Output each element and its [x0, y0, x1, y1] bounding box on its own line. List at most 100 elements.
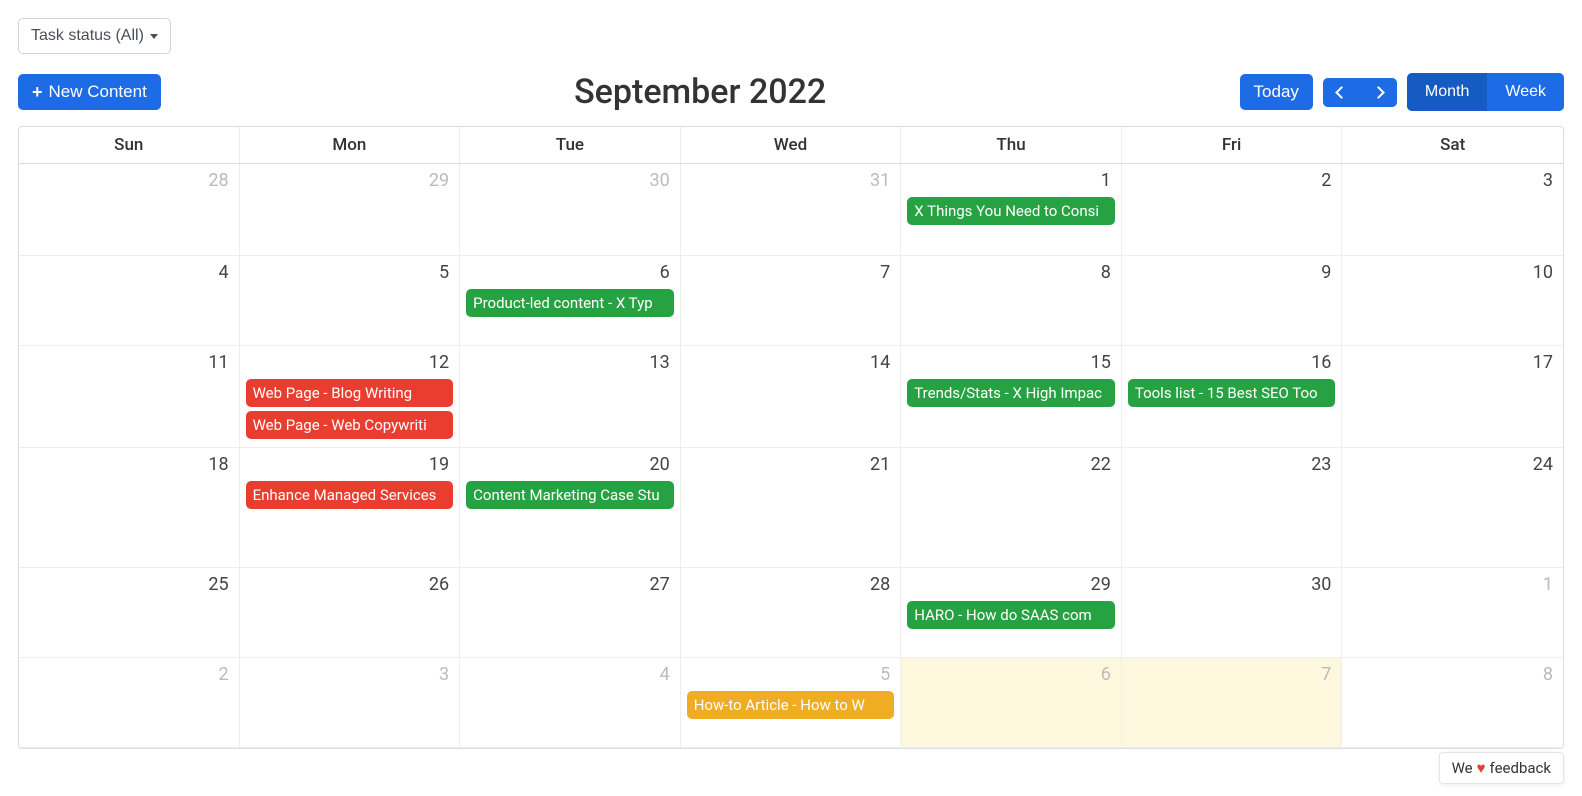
- day-number: 4: [25, 260, 233, 289]
- calendar-day-cell[interactable]: 1X Things You Need to Consi: [901, 164, 1122, 256]
- nav-arrow-group: [1323, 78, 1397, 107]
- day-header: Sat: [1342, 127, 1563, 163]
- calendar-day-cell[interactable]: 30: [1122, 568, 1343, 658]
- day-number: 9: [1128, 260, 1336, 289]
- new-content-button[interactable]: + New Content: [18, 74, 161, 110]
- feedback-prefix: We: [1452, 759, 1473, 777]
- calendar-day-cell[interactable]: 31: [681, 164, 902, 256]
- day-number: 6: [907, 662, 1115, 691]
- calendar-day-cell[interactable]: 17: [1342, 346, 1563, 448]
- calendar-day-cell[interactable]: 22: [901, 448, 1122, 568]
- day-number: 6: [466, 260, 674, 289]
- calendar-title: September 2022: [161, 72, 1240, 112]
- day-number: 29: [907, 572, 1115, 601]
- day-number: 16: [1128, 350, 1336, 379]
- day-number: 8: [1348, 662, 1557, 691]
- calendar-day-cell[interactable]: 29HARO - How do SAAS com: [901, 568, 1122, 658]
- calendar-day-cell[interactable]: 8: [901, 256, 1122, 346]
- calendar-day-cell[interactable]: 10: [1342, 256, 1563, 346]
- calendar-day-cell[interactable]: 9: [1122, 256, 1343, 346]
- day-header: Mon: [240, 127, 461, 163]
- calendar-day-cell[interactable]: 5How-to Article - How to W: [681, 658, 902, 748]
- calendar-day-cell[interactable]: 3: [240, 658, 461, 748]
- day-number: 7: [687, 260, 895, 289]
- calendar-day-cell[interactable]: 27: [460, 568, 681, 658]
- today-button[interactable]: Today: [1240, 74, 1313, 110]
- task-status-label: Task status (All): [31, 27, 144, 45]
- calendar-day-cell[interactable]: 23: [1122, 448, 1343, 568]
- day-number: 5: [687, 662, 895, 691]
- day-number: 22: [907, 452, 1115, 481]
- calendar-day-cell[interactable]: 12Web Page - Blog WritingWeb Page - Web …: [240, 346, 461, 448]
- month-view-button[interactable]: Month: [1407, 73, 1487, 111]
- calendar-day-cell[interactable]: 6Product-led content - X Typ: [460, 256, 681, 346]
- calendar-event[interactable]: HARO - How do SAAS com: [907, 601, 1115, 629]
- next-button[interactable]: [1360, 78, 1397, 107]
- feedback-button[interactable]: We ♥ feedback: [1439, 752, 1564, 784]
- calendar-day-cell[interactable]: 5: [240, 256, 461, 346]
- calendar-day-cell[interactable]: 6: [901, 658, 1122, 748]
- calendar-day-cell[interactable]: 30: [460, 164, 681, 256]
- day-header: Fri: [1122, 127, 1343, 163]
- calendar-event[interactable]: How-to Article - How to W: [687, 691, 895, 719]
- calendar-day-cell[interactable]: 25: [19, 568, 240, 658]
- calendar-day-cell[interactable]: 2: [19, 658, 240, 748]
- heart-icon: ♥: [1477, 759, 1486, 777]
- day-number: 5: [246, 260, 454, 289]
- day-number: 21: [687, 452, 895, 481]
- calendar-event[interactable]: X Things You Need to Consi: [907, 197, 1115, 225]
- day-number: 29: [246, 168, 454, 197]
- day-number: 25: [25, 572, 233, 601]
- calendar-day-cell[interactable]: 29: [240, 164, 461, 256]
- calendar-day-cell[interactable]: 24: [1342, 448, 1563, 568]
- day-number: 4: [466, 662, 674, 691]
- day-number: 28: [687, 572, 895, 601]
- calendar-day-cell[interactable]: 26: [240, 568, 461, 658]
- task-status-filter[interactable]: Task status (All): [18, 18, 171, 54]
- calendar-day-cell[interactable]: 4: [19, 256, 240, 346]
- day-number: 20: [466, 452, 674, 481]
- day-number: 13: [466, 350, 674, 379]
- day-number: 30: [1128, 572, 1336, 601]
- calendar-day-cell[interactable]: 13: [460, 346, 681, 448]
- calendar-day-cell[interactable]: 28: [19, 164, 240, 256]
- calendar-event[interactable]: Enhance Managed Services: [246, 481, 454, 509]
- day-number: 2: [1128, 168, 1336, 197]
- calendar-day-cell[interactable]: 16Tools list - 15 Best SEO Too: [1122, 346, 1343, 448]
- day-number: 24: [1348, 452, 1557, 481]
- calendar-day-cell[interactable]: 28: [681, 568, 902, 658]
- chevron-left-icon: [1335, 86, 1348, 99]
- day-number: 11: [25, 350, 233, 379]
- calendar-day-cell[interactable]: 14: [681, 346, 902, 448]
- calendar-day-cell[interactable]: 11: [19, 346, 240, 448]
- calendar-event[interactable]: Content Marketing Case Stu: [466, 481, 674, 509]
- week-view-button[interactable]: Week: [1487, 73, 1564, 111]
- calendar-day-cell[interactable]: 1: [1342, 568, 1563, 658]
- day-number: 27: [466, 572, 674, 601]
- day-number: 1: [1348, 572, 1557, 601]
- calendar-day-cell[interactable]: 7: [1122, 658, 1343, 748]
- calendar-day-cell[interactable]: 3: [1342, 164, 1563, 256]
- calendar-day-cell[interactable]: 7: [681, 256, 902, 346]
- day-number: 14: [687, 350, 895, 379]
- calendar-day-cell[interactable]: 20Content Marketing Case Stu: [460, 448, 681, 568]
- calendar-event[interactable]: Web Page - Blog Writing: [246, 379, 454, 407]
- day-number: 7: [1128, 662, 1336, 691]
- calendar-event[interactable]: Tools list - 15 Best SEO Too: [1128, 379, 1336, 407]
- calendar-day-cell[interactable]: 18: [19, 448, 240, 568]
- calendar-event[interactable]: Product-led content - X Typ: [466, 289, 674, 317]
- calendar-day-cell[interactable]: 2: [1122, 164, 1343, 256]
- calendar-event[interactable]: Web Page - Web Copywriti: [246, 411, 454, 439]
- day-number: 15: [907, 350, 1115, 379]
- day-header: Sun: [19, 127, 240, 163]
- day-number: 28: [25, 168, 233, 197]
- prev-button[interactable]: [1323, 78, 1360, 107]
- calendar-day-cell[interactable]: 19Enhance Managed Services: [240, 448, 461, 568]
- day-number: 17: [1348, 350, 1557, 379]
- calendar-day-cell[interactable]: 4: [460, 658, 681, 748]
- calendar-day-cell[interactable]: 15Trends/Stats - X High Impac: [901, 346, 1122, 448]
- calendar-day-cell[interactable]: 8: [1342, 658, 1563, 748]
- calendar-day-cell[interactable]: 21: [681, 448, 902, 568]
- calendar-event[interactable]: Trends/Stats - X High Impac: [907, 379, 1115, 407]
- day-number: 18: [25, 452, 233, 481]
